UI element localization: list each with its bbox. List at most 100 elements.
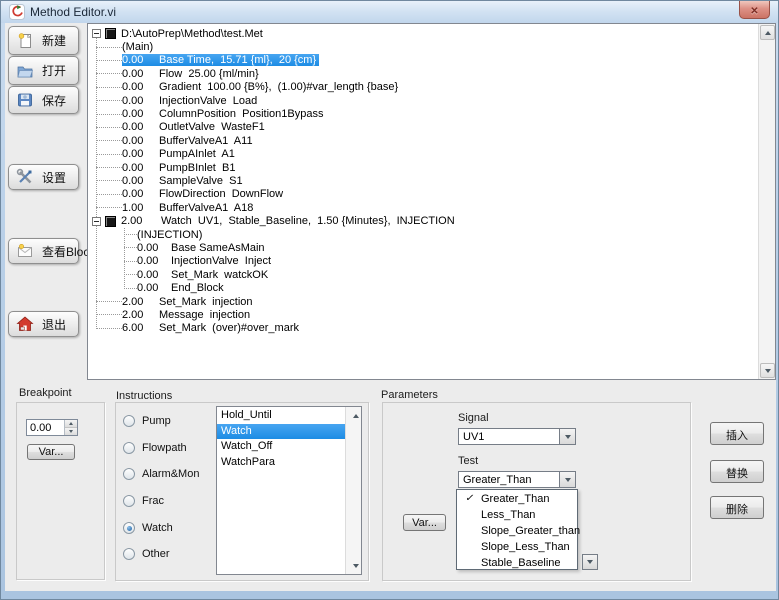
- tree-row-text: Set_Mark injection: [159, 296, 253, 308]
- tree-row-time: 0.00: [122, 135, 159, 147]
- scroll-up-icon[interactable]: [760, 25, 775, 40]
- tree-row-time: 0.00: [122, 175, 159, 187]
- list-item[interactable]: Watch_Off: [217, 439, 345, 455]
- instruction-listbox[interactable]: Hold_UntilWatchWatch_OffWatchPara: [216, 406, 362, 575]
- radio-other[interactable]: Other: [123, 547, 170, 561]
- menu-item-label: Slope_Less_Than: [481, 541, 570, 553]
- tree-row-time: 6.00: [122, 322, 159, 334]
- tree-row[interactable]: 0.00Flow 25.00 {ml/min}: [88, 67, 758, 80]
- breakpoint-var-button[interactable]: Var...: [27, 444, 75, 460]
- test-combobox[interactable]: Greater_Than: [458, 471, 576, 488]
- tree-row[interactable]: D:\AutoPrep\Method\test.Met: [88, 27, 758, 40]
- parameters-var-button[interactable]: Var...: [403, 514, 446, 531]
- list-item[interactable]: Hold_Until: [217, 408, 345, 424]
- menu-item[interactable]: Slope_Greater_than: [457, 523, 577, 539]
- obscured-combo-arrow-button[interactable]: [582, 554, 598, 570]
- menu-item[interactable]: Stable_Baseline: [457, 555, 577, 571]
- tree-row[interactable]: 2.00Watch UV1, Stable_Baseline, 1.50 {Mi…: [88, 214, 758, 227]
- radio-button-icon[interactable]: [123, 522, 135, 534]
- test-value: Greater_Than: [459, 472, 559, 487]
- tree-row-time: 2.00: [122, 296, 159, 308]
- tree-row[interactable]: 0.00InjectionValve Load: [88, 94, 758, 107]
- tree-row[interactable]: 0.00Gradient 100.00 {B%}, (1.00)#var_len…: [88, 81, 758, 94]
- spinner-up-icon[interactable]: [65, 420, 77, 428]
- radio-button-icon[interactable]: [123, 548, 135, 560]
- tree-guide-stub: [96, 114, 122, 115]
- radio-label: Flowpath: [142, 442, 187, 454]
- tree-row[interactable]: 0.00Base SameAsMain: [88, 241, 758, 254]
- replace-button[interactable]: 替换: [710, 460, 764, 483]
- tree-row[interactable]: 0.00BufferValveA1 A11: [88, 134, 758, 147]
- radio-label: Watch: [142, 522, 173, 534]
- list-item[interactable]: WatchPara: [217, 455, 345, 471]
- scroll-down-icon[interactable]: [760, 363, 775, 378]
- tree-row[interactable]: (INJECTION): [88, 228, 758, 241]
- tree-row[interactable]: 1.00BufferValveA1 A18: [88, 201, 758, 214]
- tree-row[interactable]: 0.00OutletValve WasteF1: [88, 121, 758, 134]
- sidebar-button-2[interactable]: 打开: [8, 56, 79, 85]
- tree-row[interactable]: 0.00InjectionValve Inject: [88, 255, 758, 268]
- tree-guide-stub: [124, 247, 137, 248]
- sidebar-button-1[interactable]: 新建: [8, 26, 79, 55]
- expand-minus-icon[interactable]: [92, 217, 101, 226]
- radio-button-icon[interactable]: [123, 442, 135, 454]
- delete-button[interactable]: 删除: [710, 496, 764, 519]
- test-dropdown-menu: ✓Greater_ThanLess_ThanSlope_Greater_than…: [456, 489, 578, 570]
- tree-row-time: 0.00: [137, 282, 171, 294]
- radio-pump[interactable]: Pump: [123, 414, 171, 428]
- tree-row[interactable]: 0.00PumpAInlet A1: [88, 148, 758, 161]
- method-tree-panel: D:\AutoPrep\Method\test.Met(Main)0.00Bas…: [87, 23, 776, 380]
- signal-combobox[interactable]: UV1: [458, 428, 576, 445]
- tree-row[interactable]: 0.00SampleValve S1: [88, 174, 758, 187]
- tree-scrollbar[interactable]: [758, 24, 775, 379]
- list-item[interactable]: Watch: [217, 424, 345, 440]
- sidebar-button-5[interactable]: 查看Block: [8, 238, 79, 264]
- menu-item[interactable]: Slope_Less_Than: [457, 539, 577, 555]
- exit-icon: [16, 315, 34, 333]
- tree-rows: D:\AutoPrep\Method\test.Met(Main)0.00Bas…: [88, 24, 758, 379]
- menu-item[interactable]: ✓Greater_Than: [457, 491, 577, 507]
- scroll-down-icon[interactable]: [348, 558, 363, 573]
- radio-button-icon[interactable]: [123, 468, 135, 480]
- tree-row-text: (INJECTION): [137, 229, 202, 241]
- tree-row[interactable]: 0.00End_Block: [88, 281, 758, 294]
- tree-row[interactable]: 0.00ColumnPosition Position1Bypass: [88, 107, 758, 120]
- tree-row[interactable]: 2.00Message injection: [88, 308, 758, 321]
- radio-button-icon[interactable]: [123, 415, 135, 427]
- tree-row[interactable]: 6.00Set_Mark (over)#over_mark: [88, 322, 758, 335]
- scroll-up-icon[interactable]: [348, 408, 363, 423]
- expand-minus-icon[interactable]: [92, 29, 101, 38]
- insert-button[interactable]: 插入: [710, 422, 764, 445]
- tree-row[interactable]: 0.00Base Time, 15.71 {ml}, 20 {cm}: [88, 54, 758, 67]
- tree-row[interactable]: 2.00Set_Mark injection: [88, 295, 758, 308]
- radio-button-icon[interactable]: [123, 495, 135, 507]
- tree-row[interactable]: 0.00PumpBInlet B1: [88, 161, 758, 174]
- listbox-scrollbar[interactable]: [345, 407, 361, 574]
- sidebar-button-3[interactable]: 保存: [8, 86, 79, 114]
- tree-guide-stub: [124, 288, 137, 289]
- tree-guide-stub: [96, 207, 122, 208]
- tree-row-content: (INJECTION): [137, 229, 202, 241]
- sidebar-button-label: 保存: [42, 92, 66, 109]
- menu-item[interactable]: Less_Than: [457, 507, 577, 523]
- signal-value: UV1: [459, 429, 559, 444]
- test-label: Test: [458, 455, 478, 467]
- title-bar: Method Editor.vi ✕: [1, 1, 778, 23]
- chevron-down-icon[interactable]: [559, 472, 575, 487]
- close-button[interactable]: ✕: [739, 1, 770, 19]
- tree-row[interactable]: 0.00FlowDirection DownFlow: [88, 188, 758, 201]
- save-icon: [16, 91, 34, 109]
- sidebar-button-6[interactable]: 退出: [8, 311, 79, 337]
- radio-flowpath[interactable]: Flowpath: [123, 441, 187, 455]
- chevron-down-icon[interactable]: [559, 429, 575, 444]
- breakpoint-spinner[interactable]: 0.00: [26, 419, 78, 436]
- tree-guide-stub: [124, 261, 137, 262]
- radio-watch[interactable]: Watch: [123, 521, 173, 535]
- tree-row[interactable]: (Main): [88, 40, 758, 53]
- sidebar-button-4[interactable]: 设置: [8, 164, 79, 190]
- radio-frac[interactable]: Frac: [123, 494, 164, 508]
- tree-row[interactable]: 0.00Set_Mark watckOK: [88, 268, 758, 281]
- tree-row-text: Set_Mark watckOK: [171, 269, 268, 281]
- radio-alarm-mon[interactable]: Alarm&Mon: [123, 467, 199, 481]
- spinner-down-icon[interactable]: [65, 428, 77, 435]
